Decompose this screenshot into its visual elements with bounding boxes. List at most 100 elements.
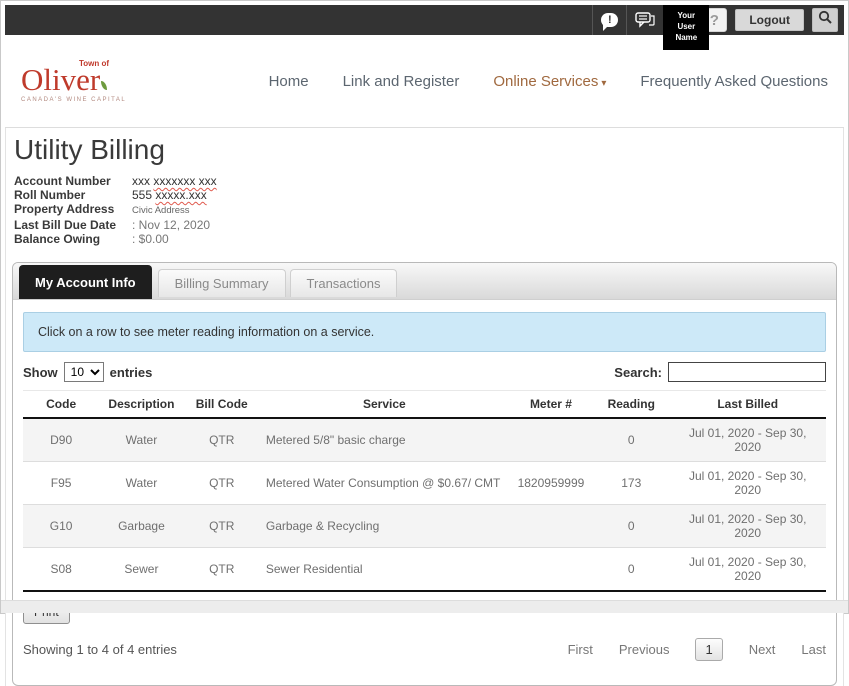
nav-faq[interactable]: Frequently Asked Questions: [640, 73, 828, 90]
page-length-control: Show 10 entries: [23, 362, 152, 382]
search-label: Search:: [614, 365, 662, 380]
table-cell: QTR: [184, 462, 260, 505]
account-number-row: Account Number xxx xxxxxxx xxx: [14, 174, 837, 188]
table-cell: Water: [99, 462, 183, 505]
roll-number-value-redacted: xxxxx.xxx: [155, 188, 206, 202]
pagination-last[interactable]: Last: [801, 642, 826, 657]
table-cell: Water: [99, 418, 183, 462]
column-header[interactable]: Meter #: [509, 391, 593, 419]
table-cell: QTR: [184, 418, 260, 462]
alert-bubble-icon: !: [601, 13, 618, 27]
town-of-oliver-logo[interactable]: Town of Oliver CANADA'S WINE CAPITAL: [21, 64, 141, 103]
tab-billing-summary[interactable]: Billing Summary: [158, 269, 286, 297]
table-cell: [509, 548, 593, 592]
main-navigation: Home Link and Register Online Services▾ …: [269, 73, 828, 90]
column-header[interactable]: Code: [23, 391, 99, 419]
table-cell: D90: [23, 418, 99, 462]
page-root: ! Your User Name ? Logout: [1, 1, 848, 686]
table-row[interactable]: F95WaterQTRMetered Water Consumption @ $…: [23, 462, 826, 505]
table-controls: Show 10 entries Search:: [23, 362, 826, 382]
service-table-body: D90WaterQTRMetered 5/8" basic charge0Jul…: [23, 418, 826, 591]
table-row[interactable]: D90WaterQTRMetered 5/8" basic charge0Jul…: [23, 418, 826, 462]
info-message: Click on a row to see meter reading info…: [23, 312, 826, 352]
property-address-row: Property Address Civic Address: [14, 202, 837, 218]
table-cell: F95: [23, 462, 99, 505]
balance-owing-value: : $0.00: [132, 232, 169, 246]
messages-button[interactable]: [626, 5, 663, 35]
page-length-select[interactable]: 10: [64, 362, 104, 382]
account-number-label: Account Number: [14, 174, 132, 188]
table-cell: QTR: [184, 548, 260, 592]
column-header[interactable]: Last Billed: [669, 391, 826, 419]
table-cell: Jul 01, 2020 - Sep 30, 2020: [669, 548, 826, 592]
table-cell: S08: [23, 548, 99, 592]
column-header[interactable]: Reading: [593, 391, 669, 419]
pagination: First Previous 1 Next Last: [568, 638, 826, 661]
table-cell: 173: [593, 462, 669, 505]
logo-town-of: Town of: [79, 60, 109, 68]
table-cell: Garbage & Recycling: [260, 505, 509, 548]
property-address-label: Property Address: [14, 202, 132, 218]
site-header: Town of Oliver CANADA'S WINE CAPITAL Hom…: [5, 35, 844, 127]
tab-my-account-info[interactable]: My Account Info: [19, 265, 152, 299]
last-bill-value: : Nov 12, 2020: [132, 218, 210, 232]
table-cell: Jul 01, 2020 - Sep 30, 2020: [669, 505, 826, 548]
table-cell: [509, 418, 593, 462]
table-cell: Metered Water Consumption @ $0.67/ CMT: [260, 462, 509, 505]
tab-transactions[interactable]: Transactions: [290, 269, 398, 297]
showing-entries-text: Showing 1 to 4 of 4 entries: [23, 642, 177, 657]
table-footer: Showing 1 to 4 of 4 entries First Previo…: [23, 638, 826, 661]
nav-home[interactable]: Home: [269, 73, 309, 90]
table-search-control: Search:: [614, 362, 826, 382]
account-number-value-redacted: xxxxxxx xxx: [153, 174, 216, 188]
user-menu[interactable]: Your User Name: [663, 5, 709, 50]
table-cell: 0: [593, 418, 669, 462]
top-utility-bar: ! Your User Name ? Logout: [5, 5, 844, 35]
column-header[interactable]: Service: [260, 391, 509, 419]
table-row[interactable]: S08SewerQTRSewer Residential 0Jul 01, 202…: [23, 548, 826, 592]
property-address-value: Civic Address: [132, 202, 190, 218]
table-cell: Jul 01, 2020 - Sep 30, 2020: [669, 462, 826, 505]
column-header[interactable]: Bill Code: [184, 391, 260, 419]
balance-owing-label: Balance Owing: [14, 232, 132, 246]
table-header-row: CodeDescriptionBill CodeServiceMeter #Re…: [23, 391, 826, 419]
site-search-button[interactable]: [812, 8, 838, 32]
table-search-input[interactable]: [668, 362, 826, 382]
table-cell: Jul 01, 2020 - Sep 30, 2020: [669, 418, 826, 462]
services-table: CodeDescriptionBill CodeServiceMeter #Re…: [23, 390, 826, 592]
table-cell: Sewer Residential: [260, 548, 509, 592]
table-cell: [509, 505, 593, 548]
pagination-page-1[interactable]: 1: [695, 638, 722, 661]
roll-number-row: Roll Number 555 xxxxx.xxx: [14, 188, 837, 202]
pagination-previous[interactable]: Previous: [619, 642, 670, 657]
roll-number-label: Roll Number: [14, 188, 132, 202]
notifications-button[interactable]: !: [592, 5, 626, 35]
page-title: Utility Billing: [14, 134, 837, 166]
roll-number-value: 555: [132, 188, 155, 202]
table-cell: Sewer: [99, 548, 183, 592]
entries-label: entries: [110, 365, 153, 380]
table-cell: G10: [23, 505, 99, 548]
table-cell: 1820959999: [509, 462, 593, 505]
nav-link-and-register[interactable]: Link and Register: [343, 73, 460, 90]
tab-strip: My Account Info Billing Summary Transact…: [13, 263, 836, 300]
account-number-value: xxx: [132, 174, 153, 188]
table-row[interactable]: G10GarbageQTRGarbage & Recycling0Jul 01,…: [23, 505, 826, 548]
search-icon: [818, 10, 833, 30]
table-cell: QTR: [184, 505, 260, 548]
page-footer-strip: [1, 600, 848, 613]
chat-bubbles-icon: [635, 12, 655, 28]
caret-down-icon: ▾: [601, 78, 606, 89]
tab-panel-body: Click on a row to see meter reading info…: [13, 300, 836, 685]
logout-button[interactable]: Logout: [735, 9, 804, 31]
show-label: Show: [23, 365, 58, 380]
table-cell: 0: [593, 505, 669, 548]
table-cell: 0: [593, 548, 669, 592]
column-header[interactable]: Description: [99, 391, 183, 419]
pagination-first[interactable]: First: [568, 642, 593, 657]
user-name-line: Your: [678, 11, 696, 22]
pagination-next[interactable]: Next: [749, 642, 776, 657]
nav-online-services[interactable]: Online Services▾: [493, 73, 606, 90]
logo-tagline: CANADA'S WINE CAPITAL: [21, 97, 141, 103]
question-mark-icon: ?: [710, 12, 719, 29]
